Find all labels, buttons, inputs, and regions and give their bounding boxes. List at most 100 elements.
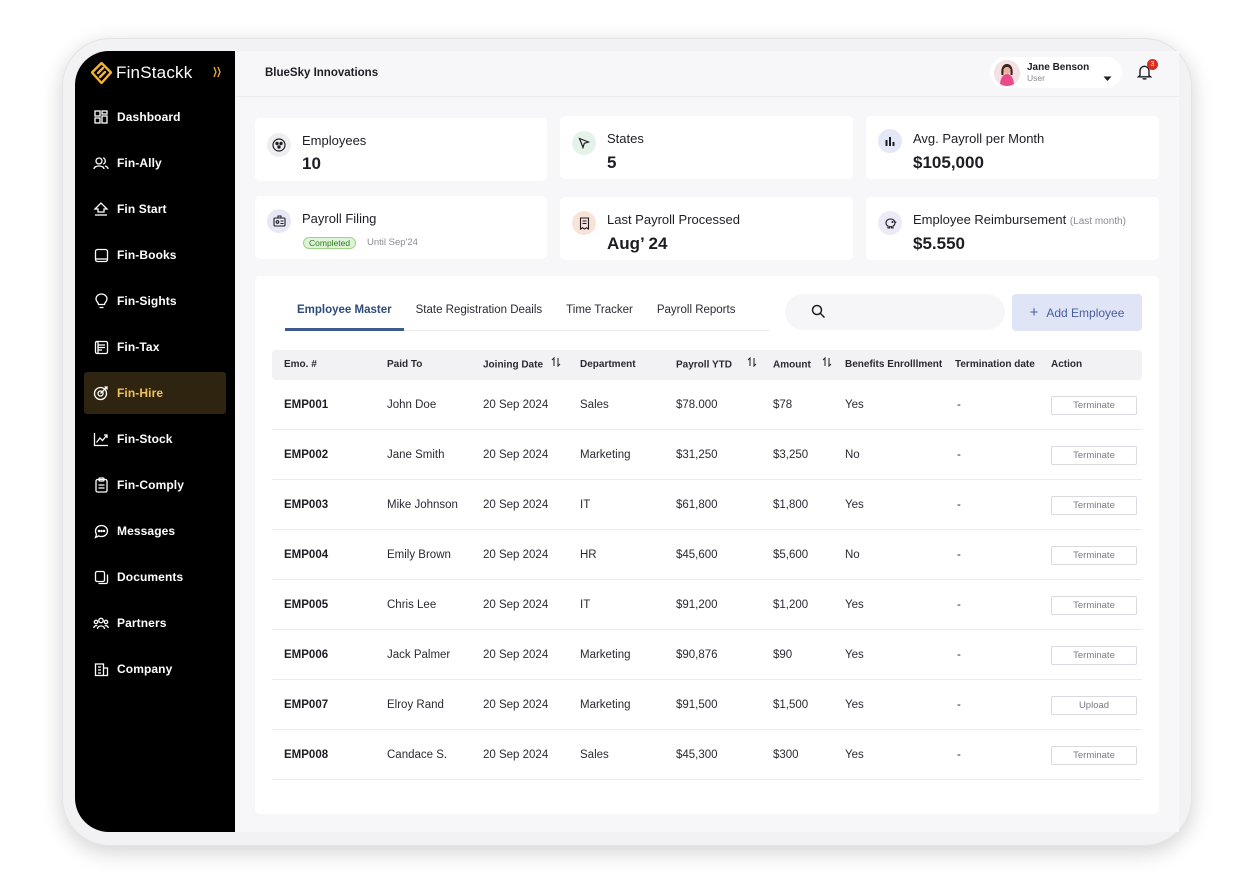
row-action-button[interactable]: Terminate (1051, 746, 1137, 765)
avatar (994, 59, 1020, 86)
tab-state-registration[interactable]: State Registration Deails (404, 294, 555, 331)
row-action-button[interactable]: Terminate (1051, 446, 1137, 465)
stat-card-states: States 5 (560, 116, 853, 179)
search-box[interactable] (785, 294, 1005, 330)
cell-termination-date: - (957, 749, 961, 761)
col-paid-to: Paid To (387, 359, 423, 370)
sidebar-item-label: Fin-Comply (117, 478, 184, 492)
cell-amount: $90 (773, 649, 793, 661)
cell-benefits: No (845, 449, 860, 461)
col-payroll-ytd[interactable]: Payroll YTD (676, 350, 757, 380)
cell-department: IT (580, 599, 591, 611)
tab-employee-master[interactable]: Employee Master (285, 294, 404, 331)
team-icon (267, 133, 291, 157)
sidebar-item-label: Fin-Stock (117, 432, 173, 446)
stat-card-last-payroll: Last Payroll Processed Aug’ 24 (560, 197, 853, 260)
cell-joining-date: 20 Sep 2024 (483, 749, 549, 761)
table-row: EMP008 Candace S. 20 Sep 2024 Sales $45,300 $… (272, 730, 1142, 780)
cell-paid-to: Jack Palmer (387, 649, 451, 661)
lightbulb-icon (93, 293, 109, 309)
sidebar-item-fin-sights[interactable]: Fin-Sights (84, 280, 226, 322)
stat-label: States (607, 131, 644, 146)
sidebar-item-dashboard[interactable]: Dashboard (84, 96, 226, 138)
sidebar-item-label: Fin-Sights (117, 294, 177, 308)
grid-icon (93, 109, 109, 125)
add-employee-button[interactable]: + Add Employee (1012, 294, 1142, 331)
sidebar-item-fin-hire[interactable]: Fin-Hire (84, 372, 226, 414)
stat-label: Employee Reimbursement (Last month) (913, 212, 1126, 227)
sidebar-item-label: Partners (117, 616, 167, 630)
chevron-down-icon[interactable] (1103, 69, 1112, 87)
cell-payroll-ytd: $31,250 (676, 449, 718, 461)
table-header: Emo. # Paid To Joining Date Department P… (272, 350, 1142, 380)
logo-mark-icon (91, 62, 112, 84)
cell-benefits: No (845, 549, 860, 561)
table-row: EMP004 Emily Brown 20 Sep 2024 HR $45,600 $5,… (272, 530, 1142, 580)
cell-emp-no: EMP006 (284, 649, 329, 661)
cell-amount: $1,800 (773, 499, 809, 511)
row-action-button[interactable]: Terminate (1051, 646, 1137, 665)
sort-icon[interactable] (822, 350, 832, 380)
cell-payroll-ytd: $45,300 (676, 749, 718, 761)
sidebar-item-label: Fin-Hire (117, 386, 164, 400)
col-joining-date[interactable]: Joining Date (483, 350, 561, 380)
stat-label: Avg. Payroll per Month (913, 131, 1045, 146)
cell-emp-no: EMP005 (284, 599, 329, 611)
cell-benefits: Yes (845, 649, 864, 661)
notification-badge: 3 (1147, 59, 1158, 70)
sidebar-item-fin-start[interactable]: Fin Start (84, 188, 226, 230)
sidebar-item-fin-stock[interactable]: Fin-Stock (84, 418, 226, 460)
sidebar-nav: Dashboard Fin-Ally Fin Start Fin-Books F… (84, 96, 226, 694)
cell-amount: $3,250 (773, 449, 809, 461)
row-action-button[interactable]: Terminate (1051, 396, 1137, 415)
stat-value: 10 (302, 154, 321, 173)
row-action-button[interactable]: Upload (1051, 696, 1137, 715)
row-action-button[interactable]: Terminate (1051, 546, 1137, 565)
id-card-icon (267, 209, 291, 233)
cell-termination-date: - (957, 449, 961, 461)
add-employee-label: Add Employee (1046, 305, 1125, 320)
col-amount[interactable]: Amount (773, 350, 832, 380)
collapse-sidebar-icon[interactable] (212, 65, 222, 83)
col-label: Joining Date (483, 359, 544, 371)
sidebar-item-fin-books[interactable]: Fin-Books (84, 234, 226, 276)
user-menu[interactable]: Jane Benson User (990, 57, 1122, 88)
stat-card-payroll-filing: Payroll Filing Completed Until Sep'24 (255, 196, 547, 259)
stat-label-note: (Last month) (1069, 216, 1126, 227)
sidebar-item-documents[interactable]: Documents (84, 556, 226, 598)
cell-amount: $5,600 (773, 549, 809, 561)
sidebar-item-fin-tax[interactable]: Fin-Tax (84, 326, 226, 368)
sidebar-item-fin-ally[interactable]: Fin-Ally (84, 142, 226, 184)
user-role: User (1027, 72, 1045, 83)
stat-label: Last Payroll Processed (607, 212, 740, 227)
cell-payroll-ytd: $91,500 (676, 699, 718, 711)
brand-logo[interactable]: FinStackk (91, 61, 192, 85)
tab-payroll-reports[interactable]: Payroll Reports (645, 294, 748, 331)
row-action-button[interactable]: Terminate (1051, 496, 1137, 515)
cell-department: Marketing (580, 649, 631, 661)
col-label: Amount (773, 359, 811, 371)
cell-payroll-ytd: $45,600 (676, 549, 718, 561)
sidebar-item-fin-comply[interactable]: Fin-Comply (84, 464, 226, 506)
cell-termination-date: - (957, 399, 961, 411)
cell-joining-date: 20 Sep 2024 (483, 599, 549, 611)
sidebar-item-company[interactable]: Company (84, 648, 226, 690)
cell-benefits: Yes (845, 749, 864, 761)
sidebar-item-messages[interactable]: Messages (84, 510, 226, 552)
col-benefits: Benefits Enrolllment (845, 359, 943, 370)
cell-benefits: Yes (845, 499, 864, 511)
cell-termination-date: - (957, 599, 961, 611)
target-icon (93, 385, 109, 401)
status-badge: Completed (303, 237, 357, 249)
cursor-icon (572, 131, 596, 155)
row-action-button[interactable]: Terminate (1051, 596, 1137, 615)
cell-termination-date: - (957, 549, 961, 561)
tab-time-tracker[interactable]: Time Tracker (554, 294, 645, 331)
sidebar-item-partners[interactable]: Partners (84, 602, 226, 644)
sort-icon[interactable] (747, 350, 757, 380)
search-input[interactable] (837, 302, 987, 322)
table-row: EMP005 Chris Lee 20 Sep 2024 IT $91,200 $1,20… (272, 580, 1142, 630)
sort-icon[interactable] (551, 350, 561, 380)
col-department: Department (580, 359, 636, 370)
cell-termination-date: - (957, 649, 961, 661)
